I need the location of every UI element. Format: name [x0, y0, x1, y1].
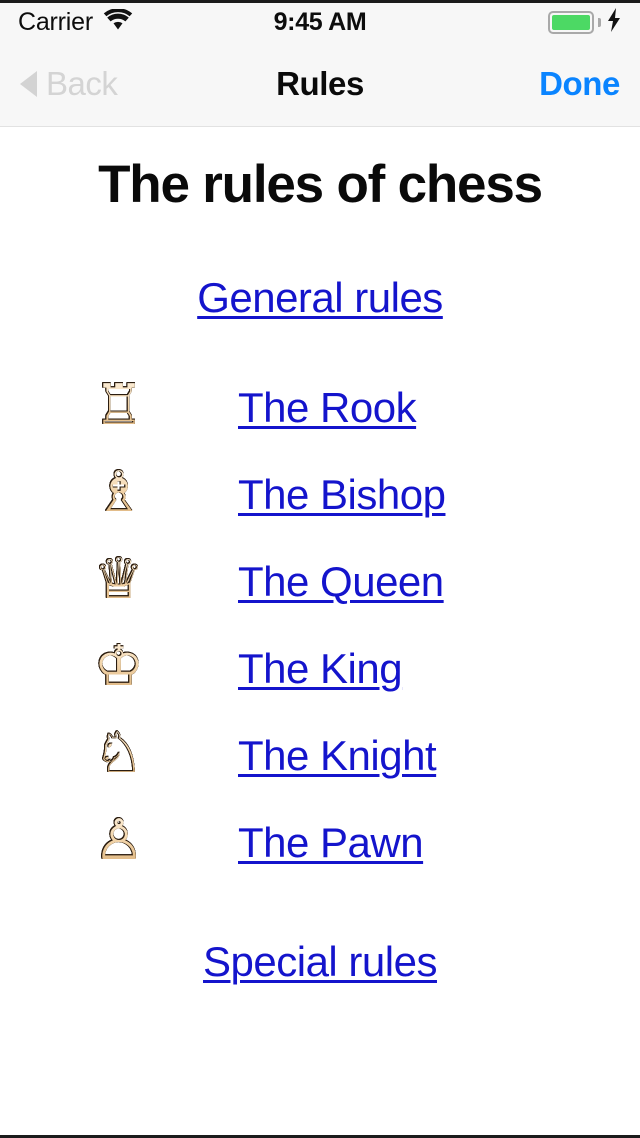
- rook-link[interactable]: The Rook: [238, 384, 417, 431]
- back-button-label: Back: [46, 65, 118, 102]
- knight-link[interactable]: The Knight: [238, 732, 437, 779]
- done-button[interactable]: Done: [539, 65, 620, 103]
- chess-king-white-icon: ♔: [0, 633, 238, 699]
- rules-content: The rules of chess General rules ♖ The R…: [0, 127, 640, 987]
- special-rules-link[interactable]: Special rules: [203, 938, 437, 985]
- chess-rook-white-icon: ♖: [0, 372, 238, 438]
- list-item[interactable]: ♙ The Pawn: [0, 799, 640, 886]
- special-rules-row: Special rules: [0, 938, 640, 986]
- rules-heading: The rules of chess: [98, 155, 543, 214]
- piece-label-cell: The Rook: [238, 384, 640, 432]
- chess-pawn-white-icon: ♙: [0, 807, 238, 873]
- general-rules-link[interactable]: General rules: [197, 274, 443, 321]
- list-item[interactable]: ♕ The Queen: [0, 538, 640, 625]
- status-bar-right: [548, 8, 622, 37]
- back-button[interactable]: Back: [20, 65, 118, 103]
- chess-rook-white-glyph: ♖: [93, 372, 145, 438]
- chess-knight-white-icon: ♘: [0, 720, 238, 786]
- pawn-link[interactable]: The Pawn: [238, 819, 424, 866]
- piece-link-list: ♖ The Rook ♗ The Bishop ♕ The Queen ♔ Th…: [0, 364, 640, 886]
- wifi-icon: [103, 8, 133, 36]
- list-item[interactable]: ♘ The Knight: [0, 712, 640, 799]
- battery-fill: [552, 15, 590, 30]
- queen-link[interactable]: The Queen: [238, 558, 444, 605]
- piece-label-cell: The Queen: [238, 558, 640, 606]
- status-bar: Carrier 9:45 AM: [0, 0, 640, 42]
- piece-label-cell: The Bishop: [238, 471, 640, 519]
- chevron-left-triangle-icon: [20, 71, 37, 97]
- bishop-link[interactable]: The Bishop: [238, 471, 446, 518]
- carrier-label: Carrier: [18, 8, 93, 36]
- list-item[interactable]: ♗ The Bishop: [0, 451, 640, 538]
- battery-icon: [548, 11, 594, 34]
- piece-label-cell: The Pawn: [238, 819, 640, 867]
- battery-cap-icon: [598, 18, 601, 27]
- chess-knight-white-glyph: ♘: [93, 720, 145, 786]
- chess-bishop-white-icon: ♗: [0, 459, 238, 525]
- list-item[interactable]: ♖ The Rook: [0, 364, 640, 451]
- navigation-bar: Back Rules Done: [0, 42, 640, 127]
- chess-pawn-white-glyph: ♙: [93, 807, 145, 873]
- list-item[interactable]: ♔ The King: [0, 625, 640, 712]
- general-rules-row: General rules: [0, 274, 640, 322]
- clock-label: 9:45 AM: [273, 8, 367, 36]
- chess-king-white-glyph: ♔: [93, 633, 145, 699]
- lightning-bolt-icon: [606, 8, 622, 37]
- piece-label-cell: The Knight: [238, 732, 640, 780]
- chess-queen-white-icon: ♕: [0, 546, 238, 612]
- status-bar-left: Carrier: [18, 8, 133, 37]
- piece-label-cell: The King: [238, 645, 640, 693]
- king-link[interactable]: The King: [238, 645, 403, 692]
- chess-queen-white-glyph: ♕: [93, 546, 145, 612]
- chess-bishop-white-glyph: ♗: [93, 459, 145, 525]
